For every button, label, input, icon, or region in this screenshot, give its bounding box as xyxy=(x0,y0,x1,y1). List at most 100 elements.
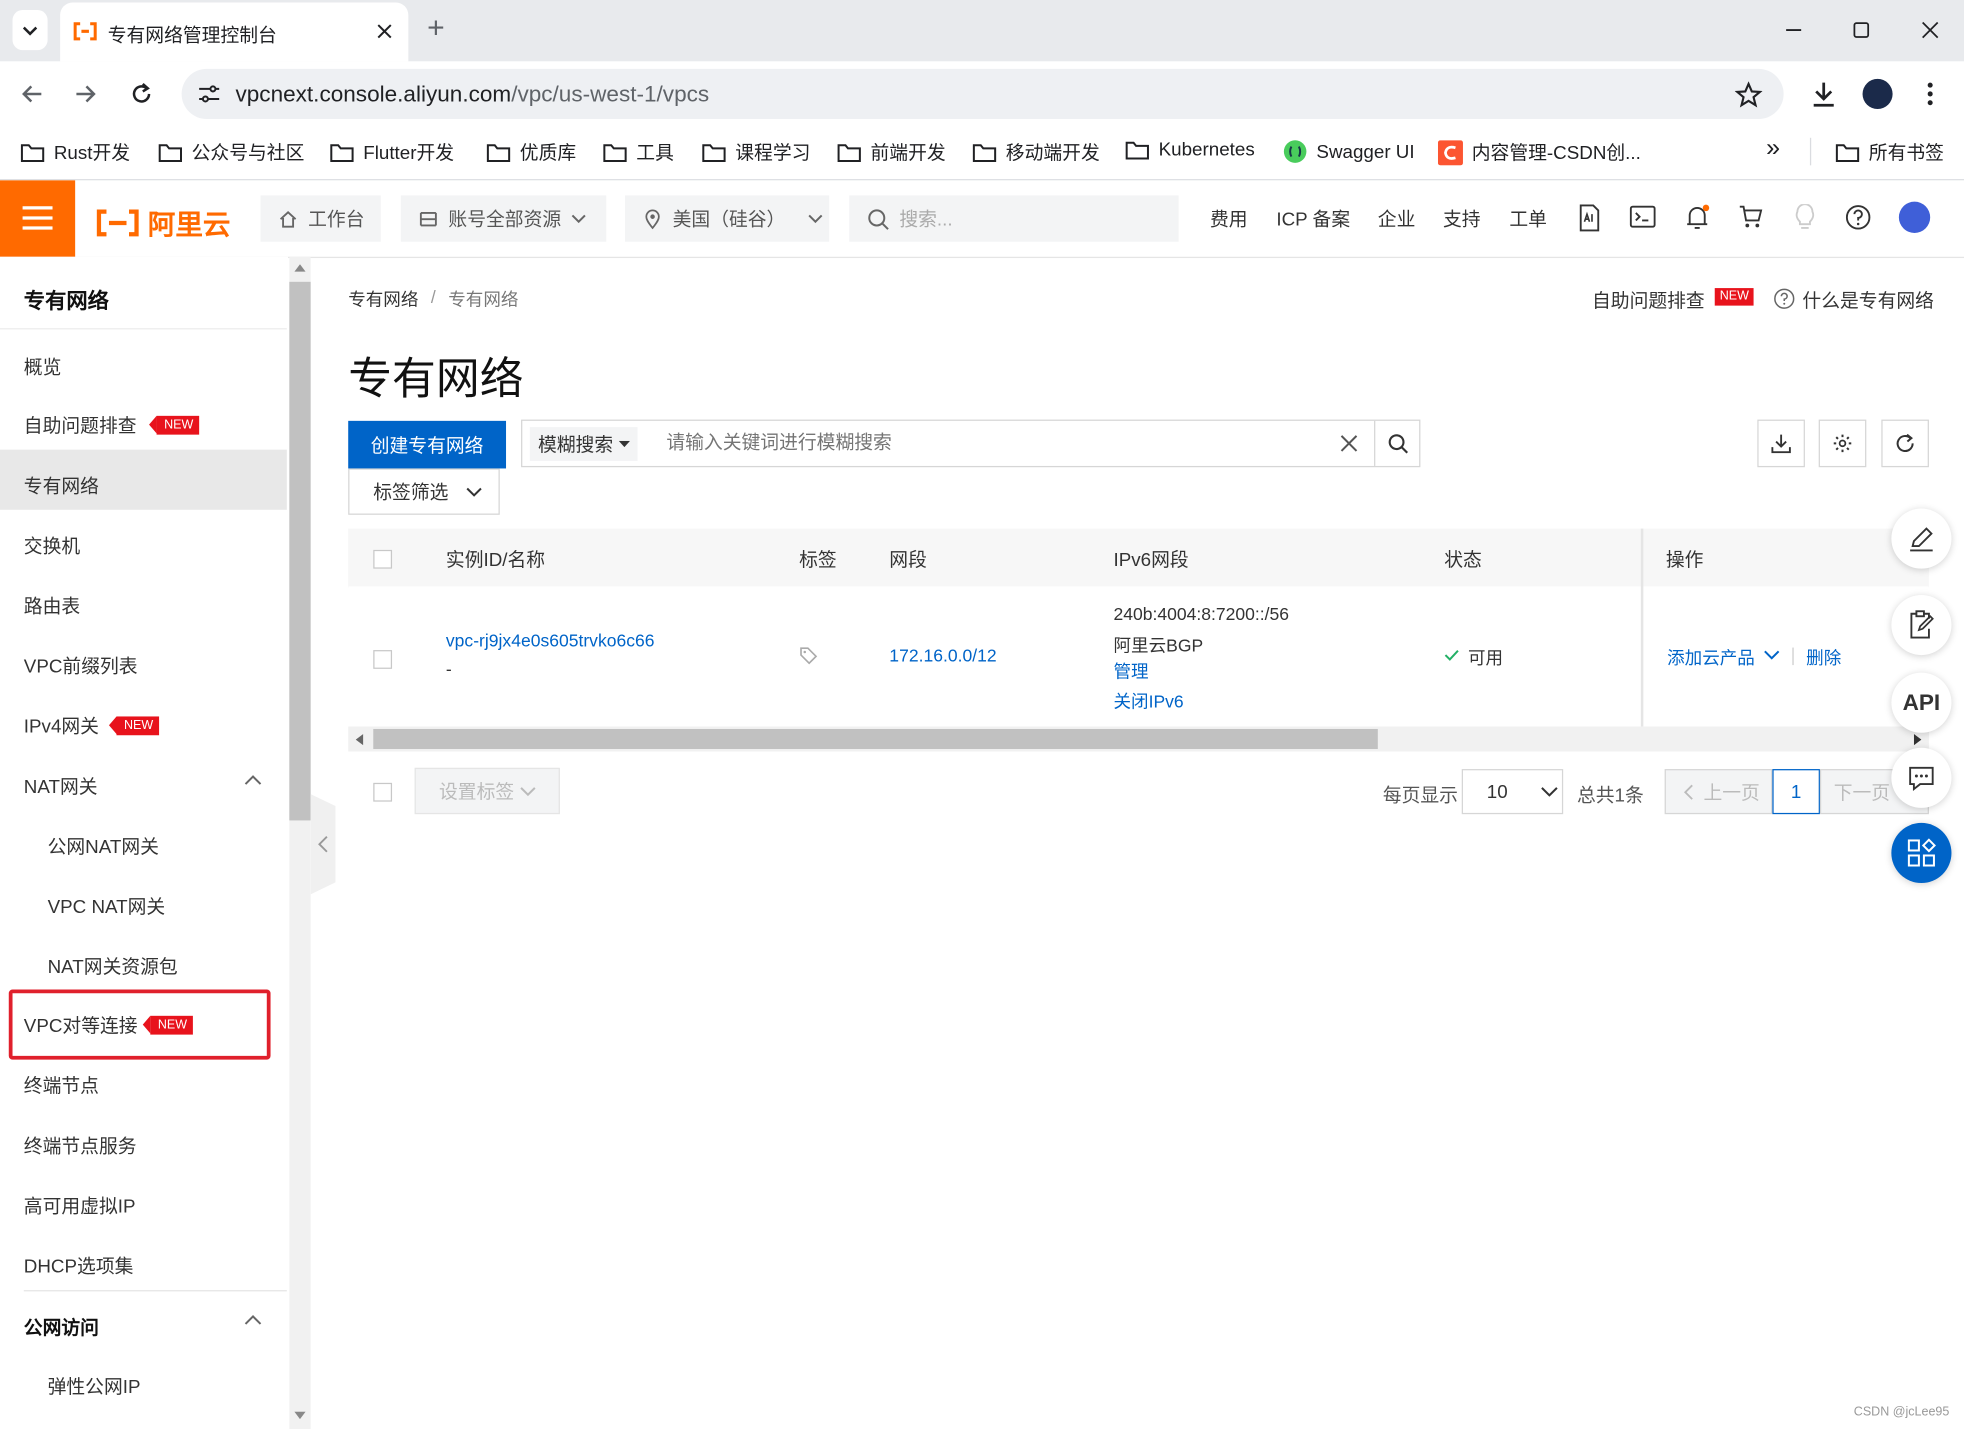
page-number-button[interactable]: 1 xyxy=(1772,769,1820,815)
global-search[interactable]: 搜索... xyxy=(849,195,1179,242)
refresh-button[interactable] xyxy=(1881,419,1929,468)
sidebar-item-vpc-nat[interactable]: VPC NAT网关 xyxy=(48,893,166,919)
sidebar-item-route-table[interactable]: 路由表 xyxy=(24,592,80,618)
breadcrumb-link[interactable]: 专有网络 xyxy=(348,287,418,312)
table-horizontal-scrollbar[interactable] xyxy=(348,726,1929,752)
workbench-button[interactable]: 工作台 xyxy=(260,195,381,242)
scrollbar-thumb[interactable] xyxy=(373,728,1378,750)
bookmark-folder[interactable]: 课程学习 xyxy=(701,139,810,165)
reload-icon[interactable] xyxy=(129,81,154,106)
notification-bell-icon[interactable] xyxy=(1685,204,1710,232)
bookmark-folder[interactable]: 优质库 xyxy=(486,139,576,165)
bookmark-folder[interactable]: Flutter开发 xyxy=(329,139,454,165)
more-bookmarks-button[interactable]: » xyxy=(1766,134,1780,163)
sidebar-item-nat-package[interactable]: NAT网关资源包 xyxy=(48,953,178,979)
select-all-checkbox[interactable] xyxy=(373,549,393,569)
all-bookmarks-folder[interactable]: 所有书签 xyxy=(1835,139,1944,165)
close-tab-icon[interactable] xyxy=(376,23,394,41)
sidebar-item-troubleshoot[interactable]: 自助问题排查 xyxy=(24,412,137,438)
download-icon[interactable] xyxy=(1811,80,1836,108)
sidebar-item-overview[interactable]: 概览 xyxy=(24,353,62,379)
row-checkbox[interactable] xyxy=(373,650,393,669)
forward-arrow-icon[interactable] xyxy=(74,83,97,106)
chevron-up-icon[interactable] xyxy=(244,774,262,785)
nav-enterprise[interactable]: 企业 xyxy=(1378,205,1416,231)
back-arrow-icon[interactable] xyxy=(21,83,44,106)
minimize-icon[interactable] xyxy=(1785,21,1803,39)
bookmark-csdn[interactable]: 内容管理-CSDN创... xyxy=(1437,139,1641,165)
sidebar-group-public-access[interactable]: 公网访问 xyxy=(24,1314,99,1340)
sidebar-item-public-nat[interactable]: 公网NAT网关 xyxy=(48,833,159,859)
browser-tab[interactable]: 专有网络管理控制台 xyxy=(60,2,409,62)
nav-tickets[interactable]: 工单 xyxy=(1509,205,1547,231)
bookmark-star-icon[interactable] xyxy=(1734,81,1763,108)
nav-icp[interactable]: ICP 备案 xyxy=(1276,205,1350,231)
bookmark-folder[interactable]: Rust开发 xyxy=(20,139,130,165)
sidebar-item-havip[interactable]: 高可用虚拟IP xyxy=(24,1192,136,1218)
delete-link[interactable]: 删除 xyxy=(1806,645,1841,670)
scrollbar-thumb[interactable] xyxy=(289,281,311,821)
user-avatar[interactable] xyxy=(1898,201,1931,233)
search-input[interactable] xyxy=(666,432,1318,454)
sidebar-item-nat-gateway[interactable]: NAT网关 xyxy=(24,773,98,799)
cloud-shell-icon[interactable] xyxy=(1629,204,1656,229)
add-cloud-product-link[interactable]: 添加云产品 xyxy=(1667,645,1755,670)
scroll-left-arrow-icon[interactable] xyxy=(355,733,364,746)
chevron-up-icon[interactable] xyxy=(244,1314,262,1325)
sidebar-item-vswitch[interactable]: 交换机 xyxy=(24,532,80,558)
lightbulb-icon[interactable] xyxy=(1794,204,1817,232)
bookmark-swagger[interactable]: Swagger UI xyxy=(1283,139,1415,164)
api-explorer-icon[interactable] xyxy=(1576,204,1601,232)
help-icon[interactable] xyxy=(1845,204,1871,230)
scroll-right-arrow-icon[interactable] xyxy=(1913,733,1922,746)
profile-avatar[interactable] xyxy=(1862,78,1893,109)
bookmark-folder[interactable]: 工具 xyxy=(602,139,674,165)
resources-dropdown[interactable]: 账号全部资源 xyxy=(400,195,607,242)
troubleshoot-link[interactable]: 自助问题排查 xyxy=(1592,287,1705,313)
clear-icon[interactable] xyxy=(1340,435,1358,453)
close-window-icon[interactable] xyxy=(1921,21,1939,39)
cidr-link[interactable]: 172.16.0.0/12 xyxy=(889,645,996,665)
vpc-id-link[interactable]: vpc-rj9jx4e0s605trvko6c66 xyxy=(446,630,655,650)
scroll-up-arrow-icon[interactable] xyxy=(294,264,306,272)
disable-ipv6-link[interactable]: 关闭IPv6 xyxy=(1114,689,1184,714)
bookmark-folder[interactable]: 公众号与社区 xyxy=(158,139,304,165)
settings-button[interactable] xyxy=(1818,419,1867,468)
ipv6-manage-link[interactable]: 管理 xyxy=(1114,659,1149,684)
search-icon[interactable] xyxy=(1388,433,1409,454)
bookmark-folder[interactable]: 前端开发 xyxy=(837,139,946,165)
sidebar-item-prefix-list[interactable]: VPC前缀列表 xyxy=(24,653,138,679)
sidebar-item-endpoint-service[interactable]: 终端节点服务 xyxy=(24,1132,137,1158)
export-button[interactable] xyxy=(1757,419,1805,468)
feedback-edit-button[interactable] xyxy=(1891,508,1952,569)
sidebar-item-eip[interactable]: 弹性公网IP xyxy=(48,1373,141,1399)
bookmark-folder[interactable]: Kubernetes xyxy=(1125,139,1255,160)
search-mode-select[interactable]: 模糊搜索 xyxy=(529,427,638,461)
region-dropdown[interactable]: 美国（硅谷） xyxy=(625,195,830,242)
maximize-icon[interactable] xyxy=(1853,21,1871,39)
footer-select-all-checkbox[interactable] xyxy=(373,782,393,802)
aliyun-logo[interactable]: 阿里云 xyxy=(95,203,230,243)
tab-search-button[interactable] xyxy=(12,10,48,51)
sidebar-item-dhcp[interactable]: DHCP选项集 xyxy=(24,1253,134,1279)
prev-page-button[interactable]: 上一页 xyxy=(1664,769,1773,815)
nav-support[interactable]: 支持 xyxy=(1443,205,1481,231)
address-bar[interactable]: vpcnext.console.aliyun.com/vpc/us-west-1… xyxy=(181,68,1784,119)
scroll-down-arrow-icon[interactable] xyxy=(294,1411,306,1420)
sidebar-item-vpc[interactable]: 专有网络 xyxy=(24,472,99,498)
chat-button[interactable] xyxy=(1891,747,1952,808)
menu-toggle-button[interactable] xyxy=(0,180,76,257)
cart-icon[interactable] xyxy=(1739,204,1764,229)
bookmark-folder[interactable]: 移动端开发 xyxy=(972,139,1100,165)
new-tab-button[interactable]: + xyxy=(427,11,445,46)
page-size-select[interactable]: 10 xyxy=(1461,769,1564,815)
help-link[interactable]: 什么是专有网络 xyxy=(1802,287,1934,313)
chevron-down-icon[interactable] xyxy=(1764,650,1780,660)
sidebar-scrollbar[interactable] xyxy=(289,256,311,1429)
browser-menu-icon[interactable] xyxy=(1926,81,1934,106)
api-button[interactable]: API xyxy=(1891,672,1952,733)
sidebar-collapse-handle[interactable] xyxy=(310,794,336,895)
sidebar-item-ipv4-gateway[interactable]: IPv4网关 xyxy=(24,713,99,739)
tag-filter-dropdown[interactable]: 标签筛选 xyxy=(348,468,500,515)
sidebar-item-endpoint[interactable]: 终端节点 xyxy=(24,1072,99,1098)
